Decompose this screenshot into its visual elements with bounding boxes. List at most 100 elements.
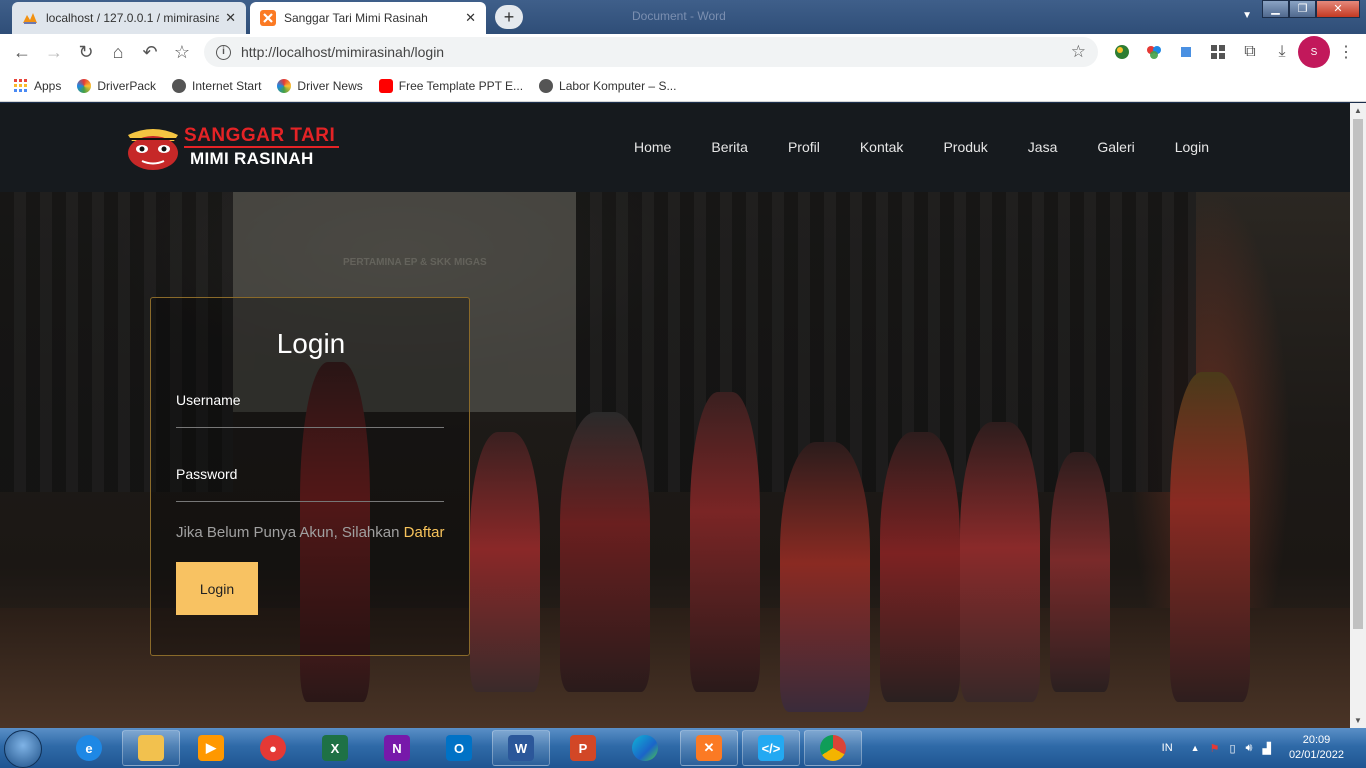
scroll-up-icon[interactable]: ▲ — [1354, 106, 1362, 115]
dancer-figure — [1170, 372, 1250, 702]
close-tab-icon[interactable]: ✕ — [225, 10, 236, 26]
language-indicator[interactable]: IN — [1162, 742, 1173, 754]
profile-avatar[interactable]: S — [1298, 36, 1330, 68]
extension-puzzle-icon[interactable] — [1170, 36, 1202, 68]
scrollbar-thumb[interactable] — [1353, 119, 1363, 629]
taskbar-media-player[interactable]: ▶ — [182, 730, 240, 766]
outlook-icon: O — [446, 735, 472, 761]
youtube-icon — [378, 78, 393, 93]
minimize-button[interactable]: ▁ — [1262, 0, 1289, 18]
xampp-icon: ✕ — [696, 735, 722, 761]
onenote-icon: N — [384, 735, 410, 761]
bookmark-internet-start[interactable]: Internet Start — [172, 78, 261, 93]
back-icon[interactable]: ← — [6, 36, 38, 68]
page-scrollbar[interactable]: ▲ ▼ — [1350, 103, 1366, 728]
nav-home[interactable]: Home — [634, 139, 671, 155]
powerpoint-icon: P — [570, 735, 596, 761]
taskbar-clock[interactable]: 20:09 02/01/2022 — [1289, 733, 1344, 763]
clock-time: 20:09 — [1302, 734, 1331, 746]
tray-expand-icon[interactable]: ▲ — [1191, 743, 1200, 753]
nav-jasa[interactable]: Jasa — [1028, 139, 1058, 155]
tab-phpmyadmin[interactable]: localhost / 127.0.0.1 / mimirasinah ✕ — [12, 2, 246, 34]
dancer-figure — [470, 432, 540, 692]
bookmark-apps[interactable]: Apps — [14, 78, 61, 93]
tab-title: Sanggar Tari Mimi Rasinah — [284, 11, 428, 25]
taskbar-xampp[interactable]: ✕ — [680, 730, 738, 766]
scroll-down-icon[interactable]: ▼ — [1354, 716, 1362, 725]
password-input[interactable] — [176, 478, 444, 502]
apps-grid-icon[interactable] — [1202, 36, 1234, 68]
taskbar-chrome[interactable] — [804, 730, 862, 766]
download-icon[interactable]: ⤓ — [1266, 36, 1298, 68]
signup-prompt: Jika Belum Punya Akun, Silahkan Daftar — [176, 524, 445, 541]
battery-icon[interactable]: ▯ — [1229, 742, 1235, 755]
nav-login[interactable]: Login — [1175, 139, 1209, 155]
nav-kontak[interactable]: Kontak — [860, 139, 904, 155]
web-page: SANGGAR TARI MIMI RASINAH Home Berita Pr… — [0, 103, 1350, 728]
extensions-area: ⧉ ⤓ S ⋮ — [1106, 36, 1362, 68]
start-button[interactable] — [4, 730, 42, 768]
edge-icon — [632, 735, 658, 761]
extension-color-icon[interactable] — [1138, 36, 1170, 68]
new-tab-button[interactable]: + — [495, 5, 523, 29]
action-center-flag-icon[interactable]: ⚑ — [1210, 742, 1220, 755]
extension-globe-icon[interactable] — [1106, 36, 1138, 68]
taskbar-internet-explorer[interactable]: e — [60, 730, 118, 766]
home-icon[interactable]: ⌂ — [102, 36, 134, 68]
internet-explorer-icon: e — [76, 735, 102, 761]
taskbar-word[interactable]: W — [492, 730, 550, 766]
taskbar-powerpoint[interactable]: P — [554, 730, 612, 766]
bookmark-driver-news[interactable]: Driver News — [277, 78, 363, 93]
chevron-down-icon[interactable]: ▼ — [1242, 10, 1252, 21]
username-input[interactable] — [176, 404, 444, 428]
url-text: http://localhost/mimirasinah/login — [241, 44, 445, 60]
forward-icon[interactable]: → — [38, 36, 70, 68]
dancer-figure — [780, 442, 870, 712]
nav-produk[interactable]: Produk — [943, 139, 987, 155]
tab-title: localhost / 127.0.0.1 / mimirasinah — [46, 11, 220, 25]
bookmark-labor-komputer[interactable]: Labor Komputer – S... — [539, 78, 676, 93]
network-icon[interactable]: ▟ — [1262, 742, 1270, 755]
taskbar-excel[interactable]: X — [306, 730, 364, 766]
taskbar-vscode[interactable]: </> — [742, 730, 800, 766]
bookmark-star-icon[interactable]: ☆ — [166, 36, 198, 68]
nav-profil[interactable]: Profil — [788, 139, 820, 155]
bookmark-driverpack[interactable]: DriverPack — [77, 78, 156, 93]
signup-link[interactable]: Daftar — [404, 524, 445, 541]
site-info-icon[interactable]: i — [216, 44, 231, 60]
menu-kebab-icon[interactable]: ⋮ — [1330, 36, 1362, 68]
browser-tab-bar: localhost / 127.0.0.1 / mimirasinah ✕ Sa… — [0, 0, 1366, 34]
taskbar-camera-app[interactable]: ● — [244, 730, 302, 766]
taskbar-file-explorer[interactable] — [122, 730, 180, 766]
camera-app-icon: ● — [260, 735, 286, 761]
volume-icon[interactable]: 🔊︎ — [1246, 742, 1253, 755]
bookmarks-bar: Apps DriverPack Internet Start Driver Ne… — [0, 70, 1366, 102]
maximize-button[interactable]: ❐ — [1289, 0, 1316, 18]
tab-sanggar-tari[interactable]: Sanggar Tari Mimi Rasinah ✕ — [250, 2, 486, 34]
crop-icon[interactable]: ⧉ — [1234, 36, 1266, 68]
nav-berita[interactable]: Berita — [711, 139, 748, 155]
dancer-figure — [1050, 452, 1110, 692]
site-logo[interactable]: SANGGAR TARI MIMI RASINAH — [124, 125, 340, 171]
site-navbar: SANGGAR TARI MIMI RASINAH Home Berita Pr… — [0, 103, 1350, 192]
dancer-figure — [690, 392, 760, 692]
undo-icon[interactable]: ↶ — [134, 36, 166, 68]
bookmark-free-template[interactable]: Free Template PPT E... — [378, 78, 523, 93]
taskbar-outlook[interactable]: O — [430, 730, 488, 766]
star-icon[interactable]: ☆ — [1071, 42, 1086, 62]
media-player-icon: ▶ — [198, 735, 224, 761]
window-controls: ▁ ❐ ✕ — [1262, 0, 1360, 20]
close-window-button[interactable]: ✕ — [1316, 0, 1360, 18]
address-bar[interactable]: i http://localhost/mimirasinah/login ☆ — [204, 37, 1098, 67]
login-form-card: Login Username Password Jika Belum Punya… — [150, 297, 470, 656]
nav-galeri[interactable]: Galeri — [1097, 139, 1134, 155]
taskbar-edge[interactable] — [616, 730, 674, 766]
driverpack-icon — [77, 78, 92, 93]
dancer-figure — [960, 422, 1040, 702]
vscode-icon: </> — [758, 735, 784, 761]
folder-icon — [138, 735, 164, 761]
reload-icon[interactable]: ↻ — [70, 36, 102, 68]
login-button[interactable]: Login — [176, 562, 258, 615]
taskbar-onenote[interactable]: N — [368, 730, 426, 766]
close-tab-icon[interactable]: ✕ — [465, 10, 476, 26]
